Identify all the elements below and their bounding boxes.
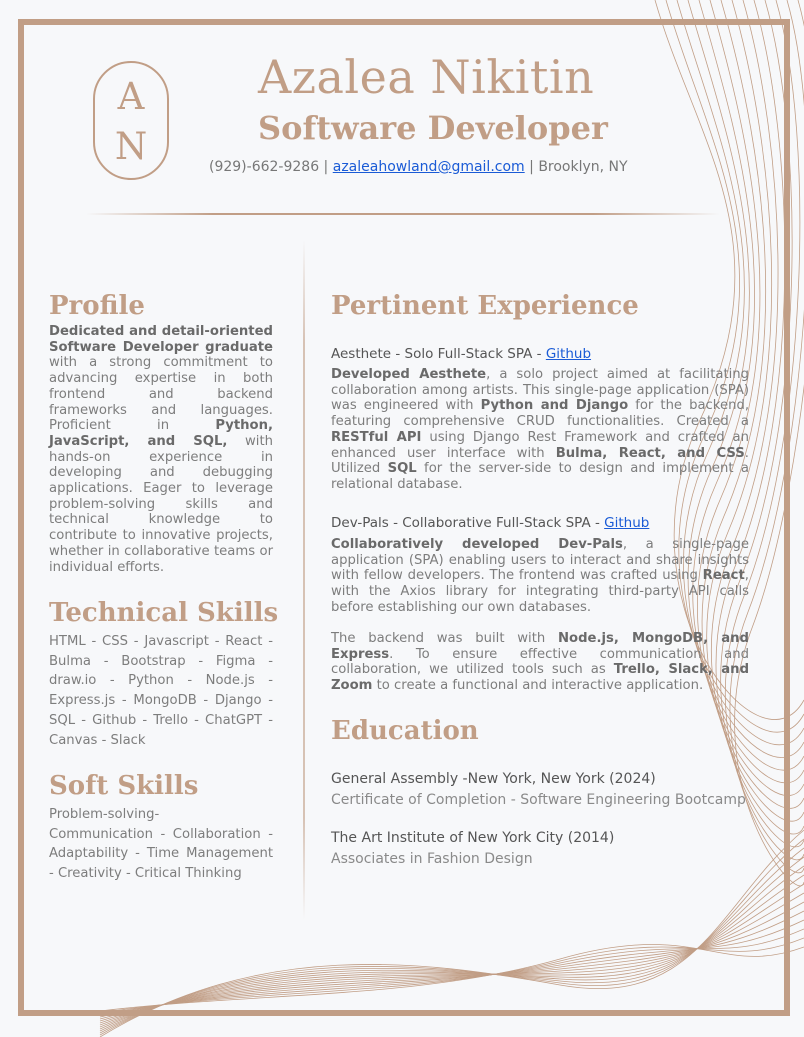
candidate-name: Azalea Nikitin [258,50,595,104]
profile-text: Dedicated and detail-oriented Software D… [49,324,273,575]
column-divider [303,240,305,920]
monogram-letter-bottom: N [114,125,148,168]
education-title-1: General Assembly -New York, New York (20… [331,771,656,787]
education-subtitle-2: Associates in Fashion Design [331,851,533,867]
education-title-2: The Art Institute of New York City (2014… [331,830,615,846]
monogram: A N [93,61,169,180]
github-link-aesthete[interactable]: Github [546,346,591,362]
job-description-devpals-backend: The backend was built with Node.js, Mong… [331,631,750,694]
job-description-devpals: Collaboratively developed Dev-Pals, a si… [331,537,749,615]
job-title-text: Dev-Pals - Collaborative Full-Stack SPA … [331,515,605,531]
job-description-aesthete: Developed Aesthete, a solo project aimed… [331,367,750,492]
header-divider [86,213,720,215]
location: Brooklyn, NY [538,159,628,175]
email-link[interactable]: azaleahowland@gmail.com [333,159,525,175]
monogram-letter-top: A [117,75,145,118]
technical-skills-list: HTML - CSS - Javascript - React - Bulma … [49,634,273,748]
education-subtitle-1: Certificate of Completion - Software Eng… [331,792,746,808]
education-heading: Education [331,716,479,746]
soft-skills-list: Problem-solving- Communication - Collabor… [49,805,273,884]
technical-skills-heading: Technical Skills [49,598,279,628]
job-title-aesthete: Aesthete - Solo Full-Stack SPA - Github [331,346,591,362]
github-link-devpals[interactable]: Github [604,515,649,531]
job-title-devpals: Dev-Pals - Collaborative Full-Stack SPA … [331,515,649,531]
separator: | [319,159,333,175]
soft-skill-line: Problem-solving- [49,807,160,822]
phone: (929)-662-9286 [209,159,320,175]
separator: | [524,159,539,175]
profile-heading: Profile [49,291,145,321]
soft-skills-heading: Soft Skills [49,771,199,801]
experience-heading: Pertinent Experience [331,291,639,321]
soft-skill-line: Communication - Collaboration - Adaptabi… [49,826,273,882]
contact-line: (929)-662-9286 | azaleahowland@gmail.com… [209,159,628,175]
candidate-role: Software Developer [258,109,608,147]
job-title-text: Aesthete - Solo Full-Stack SPA - [331,346,546,362]
